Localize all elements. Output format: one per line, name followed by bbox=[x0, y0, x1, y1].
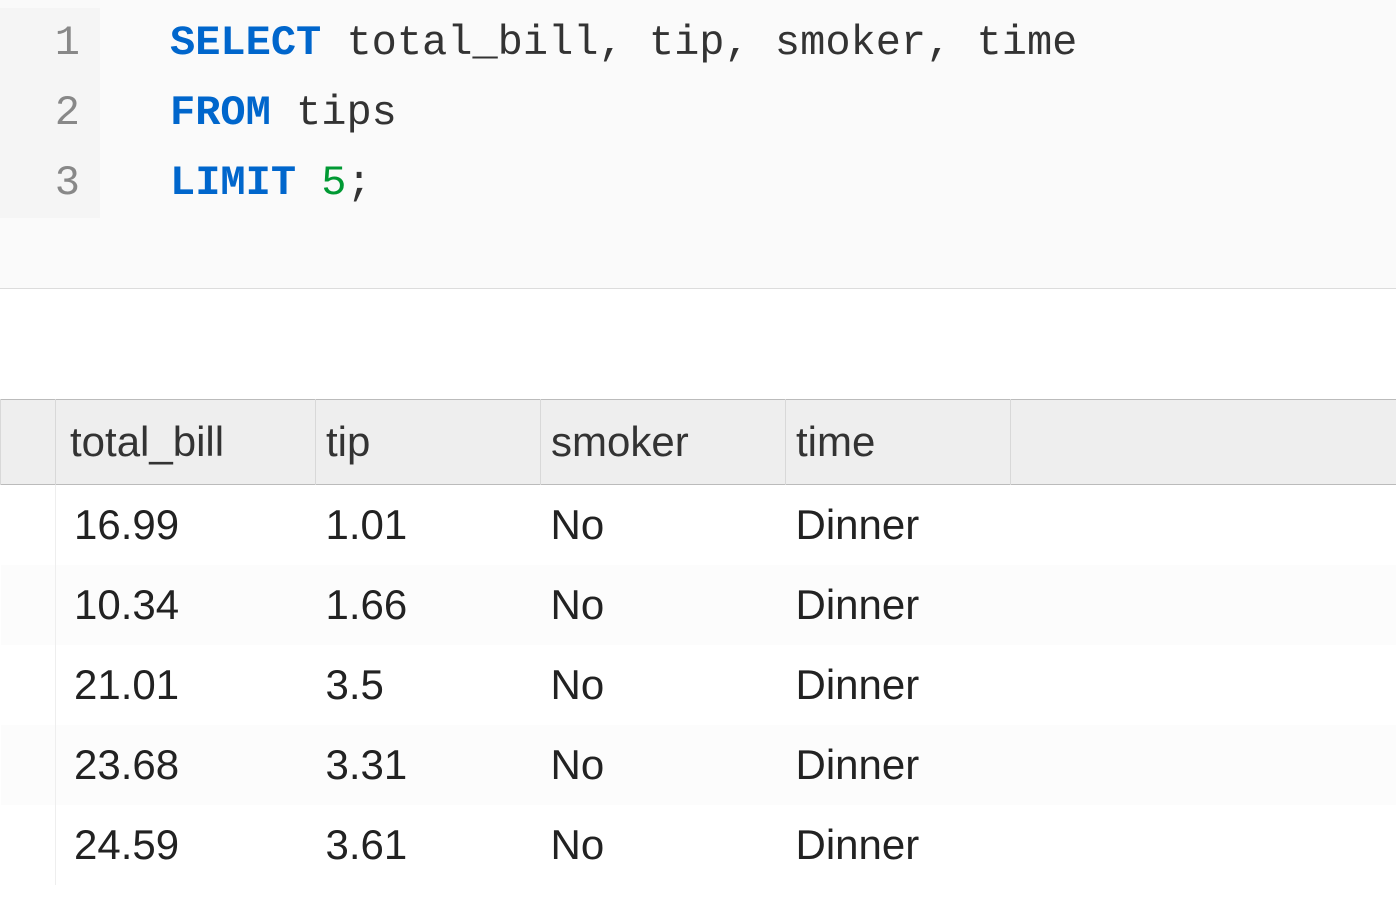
column-header[interactable]: tip bbox=[316, 400, 541, 485]
table-row[interactable]: 16.991.01NoDinner bbox=[1, 485, 1396, 566]
table-body: 16.991.01NoDinner10.341.66NoDinner21.013… bbox=[1, 485, 1396, 886]
row-spacer bbox=[1, 645, 56, 725]
table-cell-blank bbox=[1011, 805, 1396, 885]
table-cell-blank bbox=[1011, 565, 1396, 645]
table-cell[interactable]: Dinner bbox=[786, 645, 1011, 725]
table-cell[interactable]: 3.31 bbox=[316, 725, 541, 805]
table-cell[interactable]: 23.68 bbox=[56, 725, 316, 805]
table-row[interactable]: 10.341.66NoDinner bbox=[1, 565, 1396, 645]
table-cell[interactable]: No bbox=[541, 485, 786, 566]
table-cell[interactable]: No bbox=[541, 645, 786, 725]
sql-editor[interactable]: 1 2 3 SELECT total_bill, tip, smoker, ti… bbox=[0, 0, 1396, 289]
table-cell-blank bbox=[1011, 645, 1396, 725]
query-results: total_bill tip smoker time 16.991.01NoDi… bbox=[0, 289, 1396, 885]
row-spacer bbox=[1, 805, 56, 885]
table-cell[interactable]: 3.61 bbox=[316, 805, 541, 885]
line-number: 3 bbox=[0, 148, 80, 218]
table-cell[interactable]: Dinner bbox=[786, 485, 1011, 566]
column-header-blank bbox=[1011, 400, 1396, 485]
column-header[interactable]: smoker bbox=[541, 400, 786, 485]
row-spacer bbox=[1, 725, 56, 805]
table-cell[interactable]: Dinner bbox=[786, 725, 1011, 805]
table-cell[interactable]: 3.5 bbox=[316, 645, 541, 725]
line-number: 1 bbox=[0, 8, 80, 78]
table-cell[interactable]: Dinner bbox=[786, 565, 1011, 645]
row-spacer bbox=[1, 485, 56, 566]
table-cell[interactable]: 1.01 bbox=[316, 485, 541, 566]
table-cell[interactable]: 1.66 bbox=[316, 565, 541, 645]
table-cell[interactable]: No bbox=[541, 805, 786, 885]
code-content[interactable]: SELECT total_bill, tip, smoker, timeFROM… bbox=[100, 8, 1077, 218]
table-row[interactable]: 21.013.5NoDinner bbox=[1, 645, 1396, 725]
line-number-gutter: 1 2 3 bbox=[0, 8, 100, 218]
row-header-spacer bbox=[1, 400, 56, 485]
table-cell[interactable]: 24.59 bbox=[56, 805, 316, 885]
table-row[interactable]: 23.683.31NoDinner bbox=[1, 725, 1396, 805]
results-table: total_bill tip smoker time 16.991.01NoDi… bbox=[0, 399, 1396, 885]
table-cell[interactable]: 10.34 bbox=[56, 565, 316, 645]
table-cell[interactable]: 21.01 bbox=[56, 645, 316, 725]
table-row[interactable]: 24.593.61NoDinner bbox=[1, 805, 1396, 885]
table-cell[interactable]: 16.99 bbox=[56, 485, 316, 566]
table-cell[interactable]: No bbox=[541, 565, 786, 645]
table-cell[interactable]: Dinner bbox=[786, 805, 1011, 885]
table-cell-blank bbox=[1011, 485, 1396, 566]
table-header: total_bill tip smoker time bbox=[1, 400, 1396, 485]
line-number: 2 bbox=[0, 78, 80, 148]
table-cell[interactable]: No bbox=[541, 725, 786, 805]
column-header[interactable]: time bbox=[786, 400, 1011, 485]
table-cell-blank bbox=[1011, 725, 1396, 805]
row-spacer bbox=[1, 565, 56, 645]
column-header[interactable]: total_bill bbox=[56, 400, 316, 485]
